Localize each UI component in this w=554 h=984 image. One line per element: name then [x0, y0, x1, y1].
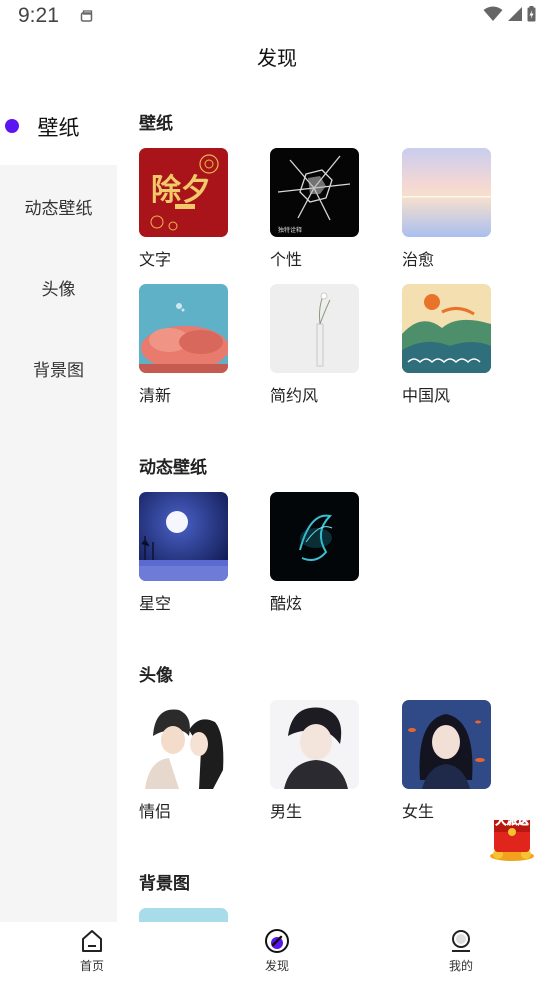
tile-background-partial[interactable]	[139, 908, 228, 922]
thumbnail-personality: 独特诠释	[270, 148, 359, 237]
red-packet-promo-badge[interactable]: 红包 大派送	[484, 800, 540, 862]
thumbnail-girl	[402, 700, 491, 789]
nav-label-profile: 我的	[448, 959, 473, 973]
thumbnail-chinese-style	[402, 284, 491, 373]
tile-label: 女生	[402, 802, 435, 821]
thumbnail-cool	[270, 492, 359, 581]
tile-boy[interactable]: 男生	[270, 700, 359, 822]
page-title: 发现	[257, 46, 297, 70]
tile-label: 简约风	[270, 386, 319, 405]
tile-label: 酷炫	[270, 594, 303, 613]
wifi-icon	[483, 6, 503, 26]
tile-label: 清新	[139, 386, 172, 405]
tile-minimal[interactable]: 简约风	[270, 284, 359, 406]
nav-label-discover: 发现	[264, 959, 289, 973]
bottom-navigation: 首页 发现 我的	[0, 922, 554, 984]
tile-personality[interactable]: 独特诠释 个性	[270, 148, 359, 270]
tile-label: 文字	[139, 250, 172, 269]
battery-icon	[527, 6, 536, 26]
section-title-avatar: 头像	[139, 666, 173, 686]
signal-icon	[507, 6, 523, 26]
tile-fresh[interactable]: 清新	[139, 284, 228, 406]
tile-label: 治愈	[402, 250, 435, 269]
thumbnail-background-partial	[139, 908, 228, 922]
tile-girl[interactable]: 女生	[402, 700, 491, 822]
nav-item-discover[interactable]: 发现	[247, 928, 307, 974]
promo-badge-line1: 红包	[501, 801, 523, 815]
tile-cool[interactable]: 酷炫	[270, 492, 359, 614]
home-icon	[62, 928, 122, 954]
promo-badge-line2: 大派送	[496, 813, 530, 827]
tile-label: 情侣	[139, 802, 172, 821]
thumbnail-minimal	[270, 284, 359, 373]
thumbnail-starry-sky	[139, 492, 228, 581]
thumbnail-boy	[270, 700, 359, 789]
section-title-live-wallpaper: 动态壁纸	[139, 458, 207, 478]
thumbnail-couple	[139, 700, 228, 789]
nav-item-profile[interactable]: 我的	[431, 928, 491, 974]
tile-couple[interactable]: 情侣	[139, 700, 228, 822]
tile-label: 个性	[270, 250, 303, 269]
nav-label-home: 首页	[79, 959, 104, 973]
thumbnail-text: 除夕	[139, 148, 228, 237]
status-bar: 9:21	[0, 0, 554, 34]
tile-label: 中国风	[402, 386, 451, 405]
app-notification-icon	[80, 8, 94, 22]
tile-label: 星空	[139, 594, 172, 613]
category-content: 壁纸 除夕 文字 独特诠释 个性 治愈 清新 简约风 中国风 动态壁纸 星空 酷…	[117, 85, 554, 922]
tile-healing[interactable]: 治愈	[402, 148, 491, 270]
tile-starry-sky[interactable]: 星空	[139, 492, 228, 614]
sidebar-item-wallpaper[interactable]: 壁纸	[0, 112, 117, 142]
category-sidebar: 壁纸 动态壁纸 头像 背景图	[0, 85, 117, 922]
thumbnail-personality-label: 独特诠释	[278, 226, 302, 234]
sidebar-item-background[interactable]: 背景图	[0, 356, 117, 381]
sidebar-item-avatar[interactable]: 头像	[0, 275, 117, 300]
discover-icon	[247, 928, 307, 954]
thumbnail-text-label: 除夕	[151, 173, 211, 208]
tile-chinese-style[interactable]: 中国风	[402, 284, 491, 406]
thumbnail-healing	[402, 148, 491, 237]
section-title-wallpaper: 壁纸	[139, 114, 173, 134]
profile-icon	[431, 928, 491, 954]
tile-text[interactable]: 除夕 文字	[139, 148, 228, 270]
section-title-background: 背景图	[139, 874, 190, 894]
thumbnail-fresh	[139, 284, 228, 373]
tile-label: 男生	[270, 802, 303, 821]
sidebar-item-live-wallpaper[interactable]: 动态壁纸	[0, 194, 117, 219]
status-time: 9:21	[18, 4, 59, 27]
nav-item-home[interactable]: 首页	[62, 928, 122, 974]
